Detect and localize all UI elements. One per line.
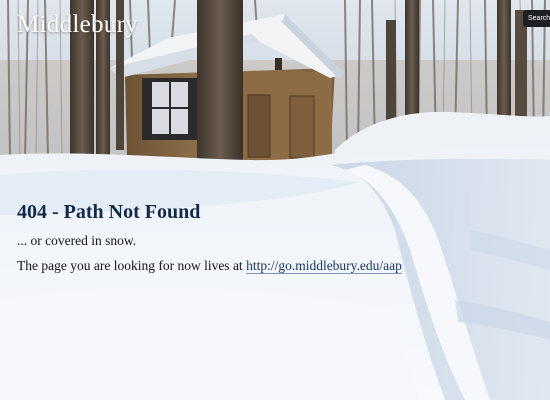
- middlebury-logo[interactable]: Middlebury: [17, 11, 138, 39]
- redirect-message: The page you are looking for now lives a…: [17, 257, 537, 275]
- error-message-block: 404 - Path Not Found ... or covered in s…: [17, 200, 537, 275]
- redirect-link[interactable]: http://go.middlebury.edu/aap: [246, 258, 402, 274]
- search-button[interactable]: Search: [523, 10, 550, 27]
- error-subtitle: ... or covered in snow.: [17, 233, 137, 248]
- error-title: 404 - Path Not Found: [17, 201, 201, 223]
- redirect-message-text: The page you are looking for now lives a…: [17, 258, 247, 273]
